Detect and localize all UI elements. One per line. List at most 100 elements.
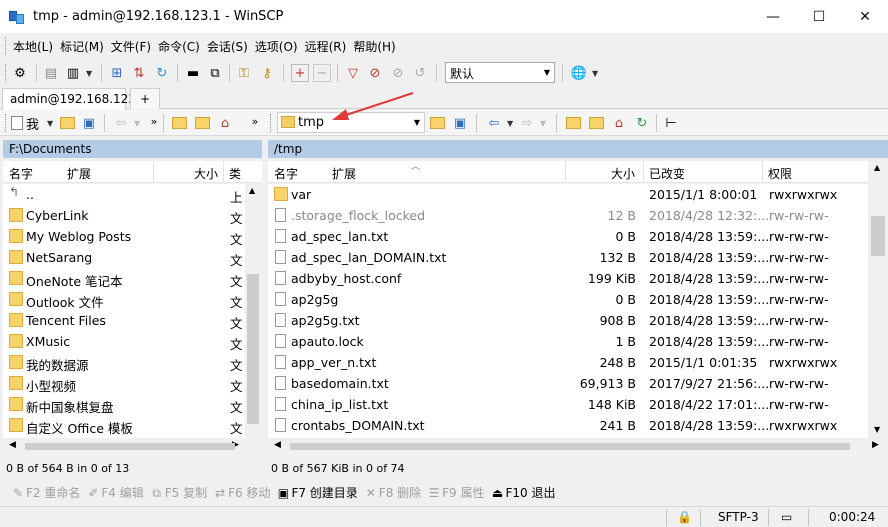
list-item[interactable]: OneNote 笔记本 文 xyxy=(3,268,245,289)
open-folder-icon[interactable] xyxy=(58,114,76,132)
menu-files[interactable]: 文件(F) xyxy=(111,38,151,55)
menu-local[interactable]: 本地(L) xyxy=(13,38,53,55)
list-item[interactable]: adbyby_host.conf 199 KiB 2018/4/28 13:59:.… xyxy=(268,268,868,289)
sessions-icon[interactable]: ⚷ xyxy=(258,64,276,82)
column-name[interactable]: 名字 xyxy=(274,165,298,182)
overflow-icon[interactable]: » xyxy=(145,112,163,130)
local-vertical-scrollbar[interactable]: ▲ xyxy=(245,184,262,438)
select-all-icon[interactable]: + xyxy=(291,64,309,82)
menu-session[interactable]: 会话(S) xyxy=(207,38,248,55)
fkey-button[interactable]: ✕ F8 删除 xyxy=(365,484,421,501)
parent-directory-icon[interactable] xyxy=(170,114,188,132)
remote-parent-directory-icon[interactable] xyxy=(564,114,582,132)
transfer-profile-select[interactable]: 默认 ▼ xyxy=(445,62,555,83)
local-path-header[interactable]: F:\Documents xyxy=(3,140,262,158)
list-item[interactable]: 我的数据源 文 xyxy=(3,352,245,373)
list-item[interactable]: ad_spec_lan.txt 0 B 2018/4/28 13:59:... rw-… xyxy=(268,226,868,247)
remote-path-select[interactable]: tmp ▼ xyxy=(277,112,425,133)
list-item[interactable]: apauto.lock 1 B 2018/4/28 13:59:... rw-rw-r… xyxy=(268,331,868,352)
column-name[interactable]: 名字 xyxy=(9,165,33,182)
scroll-up-icon[interactable]: ▲ xyxy=(249,186,255,195)
console-icon[interactable]: ▬ xyxy=(184,64,202,82)
chevron-down-icon[interactable]: ▼ xyxy=(47,119,53,128)
fkey-button[interactable]: ✎ F2 重命名 xyxy=(12,484,80,501)
fkey-button[interactable]: ⏏ F10 退出 xyxy=(492,484,556,501)
new-tab-button[interactable]: + xyxy=(130,88,160,109)
toolbar-grip[interactable] xyxy=(5,64,8,82)
invert-selection-icon[interactable]: ⊘ xyxy=(366,64,384,82)
list-item[interactable]: ap2g5g.txt 908 B 2018/4/28 13:59:... rw-rw-… xyxy=(268,310,868,331)
list-item[interactable]: app_ver_n.txt 248 B 2015/1/1 0:01:35 rwxrwx… xyxy=(268,352,868,373)
scroll-left-icon[interactable]: ◀ xyxy=(9,440,16,450)
scroll-right-icon[interactable]: ▶ xyxy=(872,440,879,450)
tree-view-icon[interactable]: ⊢ xyxy=(662,114,680,132)
chevron-down-icon[interactable]: ▼ xyxy=(86,69,92,78)
list-item[interactable]: 小型视频 文 xyxy=(3,373,245,394)
local-file-list[interactable]: ↰.. 上 CyberLink 文 My Weblog Posts 文 NetSarang 文… xyxy=(3,184,245,438)
list-item[interactable]: china_ip_list.txt 148 KiB 2018/4/22 17:01:… xyxy=(268,394,868,415)
column-size[interactable]: 大小 xyxy=(611,165,635,182)
open-session-icon[interactable]: ⚿ xyxy=(235,64,253,82)
list-item[interactable]: .storage_flock_locked 12 B 2018/4/28 12:32… xyxy=(268,205,868,226)
minimize-button[interactable]: — xyxy=(750,0,796,33)
queue-icon[interactable]: ▤ xyxy=(42,64,60,82)
compare-directories-icon[interactable]: ⊞ xyxy=(108,64,126,82)
connection-icon[interactable]: ▭ xyxy=(781,510,792,524)
synchronize-icon[interactable]: ▥ xyxy=(64,64,82,82)
list-item[interactable]: ad_spec_lan_DOMAIN.txt 132 B 2018/4/28 13:… xyxy=(268,247,868,268)
refresh-icon[interactable]: ↻ xyxy=(153,64,171,82)
column-type[interactable]: 类 xyxy=(229,165,241,182)
open-folder-icon[interactable] xyxy=(428,114,446,132)
back-icon[interactable]: ⇦ xyxy=(112,114,130,132)
list-item[interactable]: 自定义 Office 模板 文 xyxy=(3,415,245,436)
chevron-down-icon[interactable]: ▼ xyxy=(507,119,513,128)
fkey-button[interactable]: ✐ F4 编辑 xyxy=(87,484,143,501)
fkey-button[interactable]: ☰ F9 属性 xyxy=(428,484,485,501)
chevron-down-icon[interactable]: ▼ xyxy=(134,119,140,128)
list-item[interactable]: ↰.. 上 xyxy=(3,184,245,205)
scroll-thumb[interactable] xyxy=(290,443,850,450)
tab-session[interactable]: admin@192.168.123.1 xyxy=(2,88,147,110)
remote-root-directory-icon[interactable] xyxy=(587,114,605,132)
home-icon[interactable]: ⌂ xyxy=(216,114,234,132)
chevron-down-icon[interactable]: ▼ xyxy=(540,119,546,128)
forward-icon[interactable]: ⇨ xyxy=(518,114,536,132)
list-item[interactable]: CyberLink 文 xyxy=(3,205,245,226)
restore-selection-icon[interactable]: ↺ xyxy=(411,64,429,82)
scroll-up-icon[interactable]: ▲ xyxy=(874,163,880,172)
toolbar-grip[interactable] xyxy=(5,114,8,132)
scroll-thumb[interactable] xyxy=(247,274,259,424)
remote-vertical-scrollbar[interactable]: ▲ ▼ xyxy=(868,161,888,438)
close-button[interactable]: ✕ xyxy=(842,0,888,33)
local-horizontal-scrollbar[interactable]: ◀ ▶ xyxy=(3,438,262,455)
toolbar-grip[interactable] xyxy=(270,114,273,132)
list-item[interactable]: basedomain.txt 69,913 B 2017/9/27 21:56:..… xyxy=(268,373,868,394)
list-item[interactable]: 新中国象棋复盘 文 xyxy=(3,394,245,415)
remote-refresh-icon[interactable]: ↻ xyxy=(633,114,651,132)
menu-help[interactable]: 帮助(H) xyxy=(353,38,395,55)
menu-options[interactable]: 选项(O) xyxy=(255,38,298,55)
column-extension[interactable]: 扩展 xyxy=(332,165,356,182)
list-item[interactable]: var 2015/1/1 8:00:01 rwxrwxrwx xyxy=(268,184,868,205)
list-item[interactable]: NetSarang 文 xyxy=(3,247,245,268)
column-changed[interactable]: 已改变 xyxy=(649,165,685,182)
column-rights[interactable]: 权限 xyxy=(768,165,792,182)
transfer-settings-globe-icon[interactable]: 🌐 xyxy=(570,64,588,82)
list-item[interactable]: XMusic 文 xyxy=(3,331,245,352)
scroll-thumb[interactable] xyxy=(25,443,235,450)
list-item[interactable]: Outlook 文件 文 xyxy=(3,289,245,310)
remote-path-header[interactable]: /tmp xyxy=(268,140,888,158)
chevron-down-icon[interactable]: ▼ xyxy=(592,69,598,78)
remote-file-list[interactable]: var 2015/1/1 8:00:01 rwxrwxrwx .storage_flo… xyxy=(268,184,868,438)
column-size[interactable]: 大小 xyxy=(194,165,218,182)
unselect-icon[interactable]: − xyxy=(313,64,331,82)
clear-selection-icon[interactable]: ⊘ xyxy=(389,64,407,82)
menu-remote[interactable]: 远程(R) xyxy=(305,38,347,55)
fkey-button[interactable]: ⧉ F5 复制 xyxy=(151,484,207,501)
fkey-button[interactable]: ⇄ F6 移动 xyxy=(214,484,270,501)
list-item[interactable]: ap2g5g 0 B 2018/4/28 13:59:... rw-rw-rw- xyxy=(268,289,868,310)
scroll-thumb[interactable] xyxy=(871,216,885,256)
scroll-left-icon[interactable]: ◀ xyxy=(274,440,281,450)
local-drive-select[interactable]: 我 xyxy=(11,114,51,133)
maximize-button[interactable]: ☐ xyxy=(796,0,842,33)
